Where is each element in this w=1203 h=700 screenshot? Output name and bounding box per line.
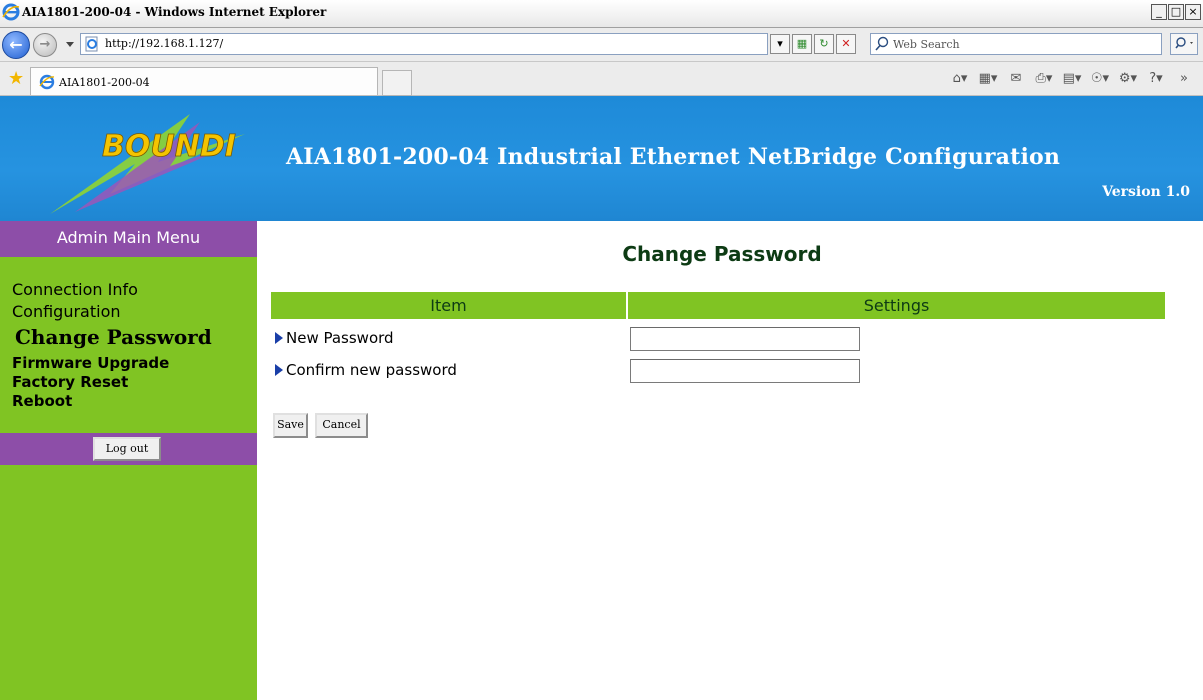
logout-button[interactable]: Log out bbox=[93, 437, 161, 461]
search-icon bbox=[875, 36, 889, 51]
feeds-icon[interactable]: ▦▾ bbox=[977, 70, 999, 88]
mail-icon[interactable]: ✉ bbox=[1005, 70, 1027, 88]
history-dropdown-icon[interactable] bbox=[66, 42, 74, 47]
sidebar-item-factory-reset[interactable]: Factory Reset bbox=[12, 373, 128, 391]
confirm-password-label: Confirm new password bbox=[275, 361, 457, 379]
confirm-password-field[interactable] bbox=[630, 359, 860, 383]
forward-button[interactable]: → bbox=[33, 33, 57, 57]
sidebar-item-change-password[interactable]: Change Password bbox=[15, 325, 212, 349]
favorites-star-icon[interactable]: ★ bbox=[8, 70, 24, 88]
url-text: http://192.168.1.127/ bbox=[105, 37, 224, 50]
new-password-label: New Password bbox=[275, 329, 394, 347]
search-go-button[interactable] bbox=[1170, 33, 1198, 55]
new-password-field[interactable] bbox=[630, 327, 860, 351]
sidebar-item-reboot[interactable]: Reboot bbox=[12, 392, 72, 410]
aboundi-logo: BOUNDI bbox=[50, 114, 245, 214]
search-go-icon bbox=[1175, 37, 1193, 49]
main-content: Change Password Item Settings New Passwo… bbox=[257, 221, 1203, 700]
window-title-bar: AIA1801-200-04 - Windows Internet Explor… bbox=[0, 0, 1203, 28]
logout-band: Log out bbox=[0, 433, 257, 465]
back-arrow-icon: ← bbox=[9, 35, 23, 54]
minimize-button[interactable]: _ bbox=[1151, 4, 1167, 20]
tab-bar: ★ AIA1801-200-04 ⌂▾ ▦▾ ✉ ⎙▾ ▤▾ ☉▾ ⚙▾ ?▾ … bbox=[0, 62, 1203, 96]
back-button[interactable]: ← bbox=[2, 31, 30, 59]
help-icon[interactable]: ?▾ bbox=[1145, 70, 1167, 88]
internet-explorer-icon bbox=[2, 3, 20, 21]
close-button[interactable]: × bbox=[1185, 4, 1201, 20]
sidebar-item-configuration[interactable]: Configuration bbox=[12, 302, 121, 321]
page-menu-icon[interactable]: ▤▾ bbox=[1061, 70, 1083, 88]
tab-label: AIA1801-200-04 bbox=[59, 76, 150, 89]
bullet-arrow-icon bbox=[275, 332, 283, 344]
page-title: Change Password bbox=[622, 242, 822, 266]
version-label: Version 1.0 bbox=[1102, 184, 1190, 200]
address-toolbar: ← → http://192.168.1.127/ ▾ ▦ ↻ ✕ Web Se… bbox=[0, 28, 1203, 62]
save-button[interactable]: Save bbox=[273, 413, 308, 438]
tools-gear-icon[interactable]: ⚙▾ bbox=[1117, 70, 1139, 88]
bullet-arrow-icon bbox=[275, 364, 283, 376]
column-header-settings: Settings bbox=[628, 292, 1165, 319]
sidebar-item-connection-info[interactable]: Connection Info bbox=[12, 280, 138, 299]
header-banner: BOUNDI AIA1801-200-04 Industrial Etherne… bbox=[0, 96, 1203, 221]
admin-sidebar: Admin Main Menu Connection Info Configur… bbox=[0, 221, 257, 700]
home-icon[interactable]: ⌂▾ bbox=[949, 70, 971, 88]
web-page: BOUNDI AIA1801-200-04 Industrial Etherne… bbox=[0, 96, 1203, 700]
svg-text:BOUNDI: BOUNDI bbox=[102, 129, 236, 164]
address-dropdown-button[interactable]: ▾ bbox=[770, 34, 790, 54]
search-input[interactable]: Web Search bbox=[870, 33, 1162, 55]
column-header-item: Item bbox=[271, 292, 626, 319]
stop-icon[interactable]: ✕ bbox=[836, 34, 856, 54]
sidebar-item-firmware-upgrade[interactable]: Firmware Upgrade bbox=[12, 354, 169, 372]
window-title: AIA1801-200-04 - Windows Internet Explor… bbox=[22, 5, 327, 19]
banner-title: AIA1801-200-04 Industrial Ethernet NetBr… bbox=[286, 144, 1061, 170]
forward-arrow-icon: → bbox=[39, 37, 51, 52]
new-tab-button[interactable] bbox=[382, 70, 412, 96]
print-icon[interactable]: ⎙▾ bbox=[1033, 70, 1055, 88]
maximize-button[interactable]: □ bbox=[1168, 4, 1184, 20]
tab-ie-icon bbox=[39, 74, 55, 90]
address-input[interactable]: http://192.168.1.127/ bbox=[80, 33, 768, 55]
compatibility-icon[interactable]: ▦ bbox=[792, 34, 812, 54]
menu-header: Admin Main Menu bbox=[0, 221, 257, 257]
chevron-more-icon[interactable]: » bbox=[1173, 70, 1195, 88]
refresh-icon[interactable]: ↻ bbox=[814, 34, 834, 54]
page-ie-icon bbox=[85, 36, 98, 52]
cancel-button[interactable]: Cancel bbox=[315, 413, 368, 438]
tab-active[interactable]: AIA1801-200-04 bbox=[30, 67, 378, 95]
search-placeholder: Web Search bbox=[893, 38, 960, 51]
safety-icon[interactable]: ☉▾ bbox=[1089, 70, 1111, 88]
